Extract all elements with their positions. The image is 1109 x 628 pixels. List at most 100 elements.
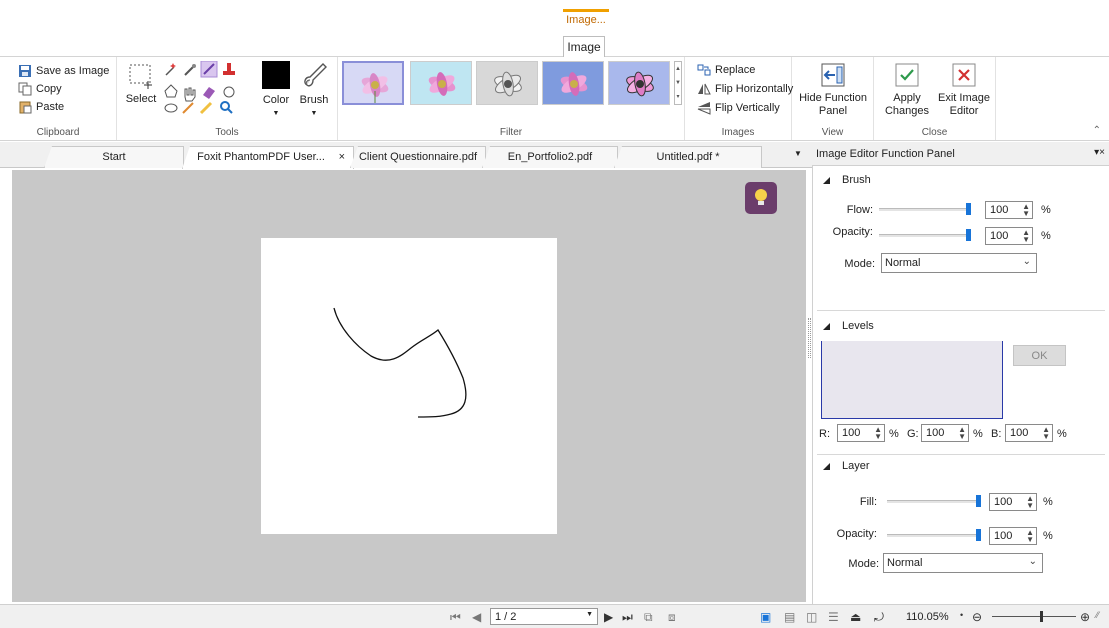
g-input[interactable]: 100 ▲ ▼ xyxy=(921,424,969,442)
spinner-icon[interactable]: ▲ ▼ xyxy=(1022,229,1030,244)
close-tab-icon[interactable]: × xyxy=(339,151,345,163)
zoom-slider[interactable] xyxy=(992,611,1076,622)
select-tool-button[interactable]: Select xyxy=(121,61,161,106)
fill-slider-knob[interactable] xyxy=(976,495,981,507)
copy-icon xyxy=(18,82,32,96)
images-group-label: Images xyxy=(721,127,755,138)
close-icon xyxy=(952,63,976,87)
brush-opacity-input[interactable]: 100 ▲ ▼ xyxy=(985,227,1033,245)
flip-vertically-button[interactable]: Flip Vertically xyxy=(697,101,780,115)
fill-slider[interactable] xyxy=(887,495,981,507)
paste-button[interactable]: Paste xyxy=(18,100,64,114)
flow-slider[interactable] xyxy=(879,203,971,215)
page-number-input[interactable]: 1 / 2 ▼ xyxy=(490,608,598,625)
extract-page-icon[interactable]: ⧉ xyxy=(644,610,653,625)
next-page-icon[interactable]: ▶ xyxy=(604,610,613,624)
brush-opacity-unit: % xyxy=(1041,230,1051,242)
filter-thumbnail-original[interactable] xyxy=(342,61,404,105)
layer-opacity-input[interactable]: 100 ▲ ▼ xyxy=(989,527,1037,545)
hide-function-panel-button[interactable]: Hide Function Panel xyxy=(796,61,870,118)
save-as-image-button[interactable]: Save as Image xyxy=(18,64,109,78)
single-page-view-icon[interactable]: ▣ xyxy=(760,610,771,624)
layer-section-header[interactable]: Layer xyxy=(823,460,870,472)
layer-mode-value: Normal xyxy=(887,557,923,569)
brush-section-header[interactable]: Brush xyxy=(823,174,871,186)
layer-opacity-unit: % xyxy=(1043,530,1053,542)
tab-client-questionnaire[interactable]: Client Questionnaire.pdf xyxy=(350,146,486,168)
first-page-icon[interactable]: ⏮ xyxy=(450,610,461,625)
split-page-icon[interactable]: ⧈ xyxy=(668,610,676,625)
image-editor-function-panel: Brush Flow: 100 ▲ ▼ % Opacity: 100 ▲ ▼ % M… xyxy=(812,166,1109,604)
panel-options-icon[interactable]: ▾× xyxy=(1094,147,1105,158)
tab-untitled[interactable]: Untitled.pdf * xyxy=(614,146,762,168)
panel-resize-handle[interactable] xyxy=(808,318,811,358)
document-canvas[interactable] xyxy=(12,170,806,602)
view-group: Hide Function Panel View xyxy=(792,57,874,140)
chevron-down-icon: ▼ xyxy=(272,110,280,117)
last-page-icon[interactable]: ⏭ xyxy=(622,610,633,625)
brush-opacity-slider[interactable] xyxy=(879,229,971,241)
close-group: Apply Changes Exit Image Editor Close xyxy=(874,57,996,140)
continuous-facing-icon[interactable]: ☰ xyxy=(828,610,839,624)
zoom-dropdown-icon[interactable]: • xyxy=(960,610,963,620)
zoom-out-icon[interactable]: ⊖ xyxy=(972,610,982,624)
collapse-triangle-icon xyxy=(823,462,830,470)
r-input[interactable]: 100 ▲ ▼ xyxy=(837,424,885,442)
tips-button[interactable] xyxy=(745,182,777,214)
brush-button[interactable]: Brush ▼ xyxy=(297,61,331,120)
facing-view-icon[interactable]: ◫ xyxy=(806,610,817,624)
replace-button[interactable]: Replace xyxy=(697,63,755,77)
filter-gallery-scroll[interactable]: ▲ ▼ ▾ xyxy=(674,61,682,105)
fill-input[interactable]: 100 ▲ ▼ xyxy=(989,493,1037,511)
filter-thumbnail-cool[interactable] xyxy=(410,61,472,105)
brush-opacity-knob[interactable] xyxy=(966,229,971,241)
select-label: Select xyxy=(125,93,157,105)
brush-tool-icon xyxy=(200,61,218,78)
filter-thumbnail-blue[interactable] xyxy=(542,61,604,105)
resize-grip-icon[interactable]: ⁄⁄ xyxy=(1096,610,1099,620)
spinner-icon[interactable]: ▲ ▼ xyxy=(958,426,966,441)
tab-foxit-user-guide[interactable]: Foxit PhantomPDF User... × xyxy=(182,146,354,169)
rotate-view-icon[interactable]: ⤾ xyxy=(874,610,884,625)
levels-section-header[interactable]: Levels xyxy=(823,320,874,332)
view-group-label: View xyxy=(821,127,844,138)
zoom-in-icon[interactable]: ⊕ xyxy=(1080,610,1090,624)
collapse-ribbon-icon[interactable]: ⌃ xyxy=(1093,125,1101,136)
hand-icon xyxy=(184,87,196,102)
clipboard-group-label: Clipboard xyxy=(36,127,80,138)
filter-thumbnail-grayscale[interactable] xyxy=(476,61,538,105)
spinner-icon[interactable]: ▲ ▼ xyxy=(1042,426,1050,441)
b-input[interactable]: 100 ▲ ▼ xyxy=(1005,424,1053,442)
copy-button[interactable]: Copy xyxy=(18,82,62,96)
read-mode-icon[interactable]: ⏏ xyxy=(850,610,861,624)
tab-list-dropdown-icon[interactable]: ▼ xyxy=(794,149,802,158)
tab-portfolio-label: En_Portfolio2.pdf xyxy=(507,151,593,163)
flow-input[interactable]: 100 ▲ ▼ xyxy=(985,201,1033,219)
layer-opacity-slider[interactable] xyxy=(887,529,981,541)
levels-histogram[interactable] xyxy=(821,341,1003,419)
zoom-value[interactable]: 110.05% xyxy=(906,611,949,623)
previous-page-icon[interactable]: ◀ xyxy=(472,610,481,624)
spinner-icon[interactable]: ▲ ▼ xyxy=(1026,529,1034,544)
zoom-slider-knob[interactable] xyxy=(1040,611,1043,622)
tab-en-portfolio2[interactable]: En_Portfolio2.pdf xyxy=(482,146,618,168)
exit-image-editor-button[interactable]: Exit Image Editor xyxy=(934,61,994,118)
levels-ok-button[interactable]: OK xyxy=(1013,345,1066,366)
continuous-view-icon[interactable]: ▤ xyxy=(784,610,795,624)
color-button[interactable]: Color ▼ xyxy=(260,61,292,120)
flip-horizontally-button[interactable]: Flip Horizontally xyxy=(697,82,793,96)
fill-unit: % xyxy=(1043,496,1053,508)
layer-opacity-knob[interactable] xyxy=(976,529,981,541)
spinner-icon[interactable]: ▲ ▼ xyxy=(1026,495,1034,510)
layer-mode-select[interactable]: Normal ⌄ xyxy=(883,553,1043,573)
tab-image[interactable]: Image xyxy=(563,36,605,57)
brush-mode-label: Mode: xyxy=(844,258,875,270)
spinner-icon[interactable]: ▲ ▼ xyxy=(874,426,882,441)
filter-thumbnail-outline[interactable] xyxy=(608,61,670,105)
image-page[interactable] xyxy=(261,238,557,534)
brush-mode-select[interactable]: Normal ⌄ xyxy=(881,253,1037,273)
tab-start[interactable]: Start xyxy=(44,146,184,168)
apply-changes-button[interactable]: Apply Changes xyxy=(882,61,932,118)
flow-slider-knob[interactable] xyxy=(966,203,971,215)
spinner-icon[interactable]: ▲ ▼ xyxy=(1022,203,1030,218)
